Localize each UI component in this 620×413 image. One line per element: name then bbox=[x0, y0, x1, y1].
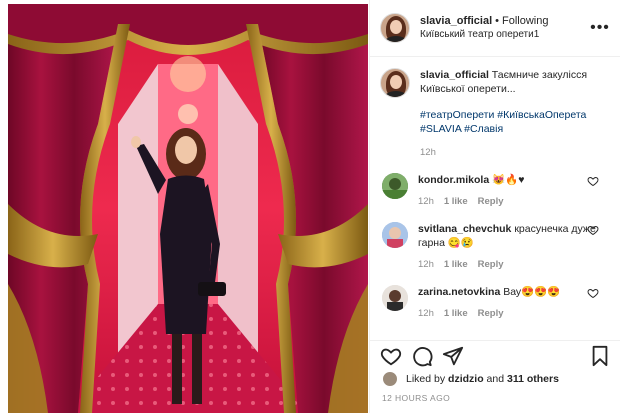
post-timestamp: 12 HOURS AGO bbox=[382, 393, 451, 403]
caption-time: 12h bbox=[420, 147, 436, 158]
caption-username[interactable]: slavia_official bbox=[420, 69, 489, 81]
comment-time: 12h bbox=[418, 308, 434, 319]
caption-author-avatar[interactable] bbox=[380, 68, 410, 98]
comment-content: kondor.mikola 😻🔥♥ 12h 1 like Reply bbox=[418, 173, 598, 209]
comment-like-heart-icon[interactable] bbox=[587, 224, 599, 236]
theater-backstage-image bbox=[8, 4, 368, 413]
comment-text: 😻🔥♥ bbox=[492, 174, 525, 186]
comment-meta: 12h 1 like Reply bbox=[418, 258, 598, 272]
comments-section: slavia_official Таємниче закулісся Київс… bbox=[370, 58, 620, 338]
comment-like-heart-icon[interactable] bbox=[587, 287, 599, 299]
commenter-avatar[interactable] bbox=[382, 285, 408, 311]
post-location[interactable]: Київський театр оперети1 bbox=[420, 28, 590, 42]
commenter-avatar[interactable] bbox=[382, 222, 408, 248]
liker-username[interactable]: dzidzio bbox=[448, 373, 484, 385]
author-username[interactable]: slavia_official bbox=[420, 15, 492, 27]
comment-reply-button[interactable]: Reply bbox=[478, 259, 504, 270]
post-side-panel: slavia_official • Following Київський теат… bbox=[369, 0, 620, 413]
comment-username[interactable]: svitlana_chevchuk bbox=[418, 223, 511, 235]
likes-others-link[interactable]: 311 others bbox=[507, 373, 559, 385]
post-header-text: slavia_official • Following Київський теат… bbox=[420, 14, 590, 42]
comment-likes[interactable]: 1 like bbox=[444, 308, 468, 319]
paper-plane-icon[interactable] bbox=[442, 345, 464, 367]
comment-likes[interactable]: 1 like bbox=[444, 196, 468, 207]
comment-item: kondor.mikola 😻🔥♥ 12h 1 like Reply bbox=[380, 173, 611, 209]
heart-outline-icon[interactable] bbox=[380, 345, 402, 367]
caption-content: slavia_official Таємниче закулісся Київс… bbox=[420, 68, 610, 160]
comment-item: zarina.netovkina Вау😍😍😍 12h 1 like Reply bbox=[380, 285, 611, 321]
comment-meta: 12h 1 like Reply bbox=[418, 195, 598, 209]
author-avatar[interactable] bbox=[380, 13, 410, 43]
follow-status-button[interactable]: Following bbox=[502, 15, 548, 27]
comment-username[interactable]: zarina.netovkina bbox=[418, 286, 500, 298]
comment-like-heart-icon[interactable] bbox=[587, 175, 599, 187]
instagram-post: slavia_official • Following Київський теат… bbox=[0, 0, 620, 413]
likes-prefix: Liked by bbox=[406, 373, 446, 385]
comment-content: zarina.netovkina Вау😍😍😍 12h 1 like Reply bbox=[418, 285, 598, 321]
more-options-icon[interactable]: ••• bbox=[590, 19, 610, 37]
speech-bubble-icon[interactable] bbox=[411, 345, 433, 367]
comment-time: 12h bbox=[418, 259, 434, 270]
caption-hashtags[interactable]: #театрОперети #КиївськаОперета #SLAVIA #… bbox=[420, 108, 610, 136]
post-photo[interactable] bbox=[8, 4, 368, 413]
comment-username[interactable]: kondor.mikola bbox=[418, 174, 489, 186]
comment-meta: 12h 1 like Reply bbox=[418, 307, 598, 321]
comment-text: Вау😍😍😍 bbox=[503, 286, 561, 298]
comment-likes[interactable]: 1 like bbox=[444, 259, 468, 270]
comment-time: 12h bbox=[418, 196, 434, 207]
comment-item: svitlana_chevchuk красунечка дуже гарна … bbox=[380, 222, 611, 272]
comment-reply-button[interactable]: Reply bbox=[478, 308, 504, 319]
post-actions-bar bbox=[370, 340, 620, 370]
comment-reply-button[interactable]: Reply bbox=[478, 196, 504, 207]
likes-connector: and bbox=[486, 373, 505, 385]
post-caption: slavia_official Таємниче закулісся Київс… bbox=[380, 68, 611, 160]
separator-dot: • bbox=[495, 15, 500, 27]
post-header: slavia_official • Following Київський теат… bbox=[370, 0, 620, 57]
bookmark-icon[interactable] bbox=[589, 345, 611, 367]
commenter-avatar[interactable] bbox=[382, 173, 408, 199]
comment-content: svitlana_chevchuk красунечка дуже гарна … bbox=[418, 222, 598, 272]
liker-avatar[interactable] bbox=[382, 371, 398, 387]
likes-summary: Liked by dzidzio and 311 others bbox=[382, 370, 559, 388]
